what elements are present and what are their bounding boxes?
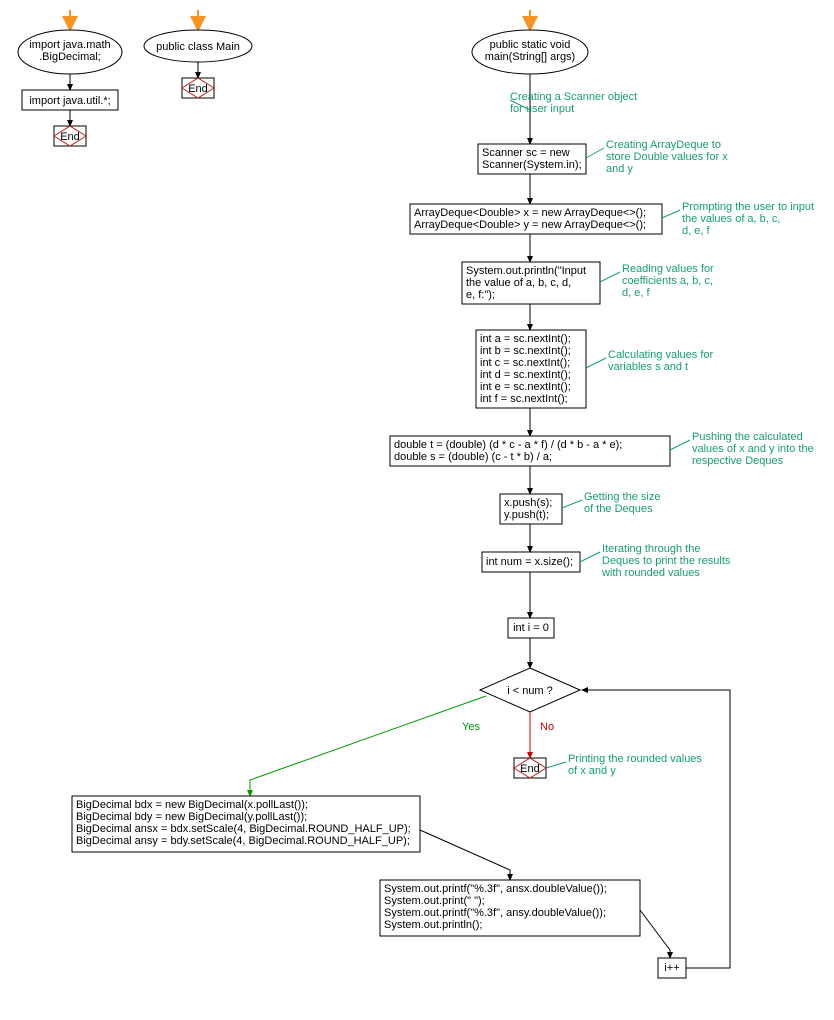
anno-arraydeque-l1: Creating ArrayDeque to bbox=[606, 139, 721, 151]
flowchart-canvas: import java.math .BigDecimal; import jav… bbox=[10, 10, 834, 1010]
push-l1: x.push(s); bbox=[504, 497, 552, 509]
annotation-line bbox=[600, 272, 620, 282]
annotation-line bbox=[546, 762, 566, 768]
printf-l1: System.out.printf("%.3f", ansx.doubleVal… bbox=[384, 883, 607, 895]
arraydeque-l1: ArrayDeque<Double> x = new ArrayDeque<>(… bbox=[414, 207, 646, 219]
flow-arrow bbox=[640, 910, 670, 958]
nextint-l3: int c = sc.nextInt(); bbox=[480, 357, 570, 369]
printf-l4: System.out.println(); bbox=[384, 919, 482, 931]
flow-arrow bbox=[420, 830, 510, 880]
anno-push-l2: values of x and y into the bbox=[692, 443, 814, 455]
println-l3: e, f:"); bbox=[466, 289, 495, 301]
anno-iter-l3: with rounded values bbox=[601, 567, 700, 579]
annotation-line bbox=[562, 500, 582, 508]
bigdecimal-l3: BigDecimal ansx = bdx.setScale(4, BigDec… bbox=[76, 823, 411, 835]
anno-iter-l1: Iterating through the bbox=[602, 543, 700, 555]
annotation-line bbox=[586, 358, 606, 368]
anno-prompt-l3: d, e, f bbox=[682, 225, 710, 237]
anno-prompt-l2: the values of a, b, c, bbox=[682, 213, 780, 225]
end-node: End bbox=[514, 758, 546, 778]
anno-calc-l2: variables s and t bbox=[608, 361, 688, 373]
main-method-l1: public static void bbox=[490, 39, 571, 51]
anno-print-l2: of x and y bbox=[568, 765, 616, 777]
class-main-text: public class Main bbox=[156, 41, 240, 53]
bigdecimal-l4: BigDecimal ansy = bdy.setScale(4, BigDec… bbox=[76, 835, 410, 847]
println-l2: the value of a, b, c, d, bbox=[466, 277, 571, 289]
scanner-l1: Scanner sc = new bbox=[482, 147, 570, 159]
arraydeque-l2: ArrayDeque<Double> y = new ArrayDeque<>(… bbox=[414, 219, 646, 231]
printf-l2: System.out.print(" "); bbox=[384, 895, 485, 907]
nextint-l1: int a = sc.nextInt(); bbox=[480, 333, 571, 345]
anno-arraydeque-l2: store Double values for x bbox=[606, 151, 728, 163]
end-text: End bbox=[188, 83, 208, 95]
anno-calc-l1: Calculating values for bbox=[608, 349, 714, 361]
annotation-line bbox=[662, 210, 680, 218]
nextint-l2: int b = sc.nextInt(); bbox=[480, 345, 571, 357]
anno-push-l1: Pushing the calculated bbox=[692, 431, 803, 443]
anno-reading-l1: Reading values for bbox=[622, 263, 714, 275]
import-bigdecimal-l1: import java.math bbox=[29, 39, 110, 51]
anno-print-l1: Printing the rounded values bbox=[568, 753, 702, 765]
nextint-l6: int f = sc.nextInt(); bbox=[480, 393, 568, 405]
scanner-l2: Scanner(System.in); bbox=[482, 159, 582, 171]
init-i-text: int i = 0 bbox=[513, 622, 549, 634]
anno-size-l2: of the Deques bbox=[584, 503, 653, 515]
main-method-l2: main(String[] args) bbox=[485, 51, 575, 63]
bigdecimal-l1: BigDecimal bdx = new BigDecimal(x.pollLa… bbox=[76, 799, 308, 811]
end-text: End bbox=[520, 763, 540, 775]
calc-l1: double t = (double) (d * c - a * f) / (d… bbox=[394, 439, 622, 451]
annotation-line bbox=[670, 440, 690, 450]
decision-text: i < num ? bbox=[507, 685, 553, 697]
nextint-l4: int d = sc.nextInt(); bbox=[480, 369, 571, 381]
bigdecimal-l2: BigDecimal bdy = new BigDecimal(y.pollLa… bbox=[76, 811, 307, 823]
println-l1: System.out.println("Input bbox=[466, 265, 586, 277]
anno-scanner-l1: Creating a Scanner object bbox=[510, 91, 637, 103]
anno-push-l3: respective Deques bbox=[692, 455, 784, 467]
end-text: End bbox=[60, 131, 80, 143]
size-text: int num = x.size(); bbox=[486, 556, 573, 568]
anno-arraydeque-l3: and y bbox=[606, 163, 633, 175]
import-util-text: import java.util.*; bbox=[29, 95, 110, 107]
anno-size-l1: Getting the size bbox=[584, 491, 660, 503]
end-node: End bbox=[54, 126, 86, 146]
anno-reading-l3: d, e, f bbox=[622, 287, 650, 299]
anno-scanner-l2: for user input bbox=[510, 103, 574, 115]
end-node: End bbox=[182, 78, 214, 98]
yes-label: Yes bbox=[462, 721, 480, 733]
yes-arrow bbox=[250, 696, 486, 796]
increment-text: i++ bbox=[664, 962, 679, 974]
printf-l3: System.out.printf("%.3f", ansy.doubleVal… bbox=[384, 907, 606, 919]
anno-iter-l2: Deques to print the results bbox=[602, 555, 731, 567]
anno-reading-l2: coefficients a, b, c, bbox=[622, 275, 713, 287]
nextint-l5: int e = sc.nextInt(); bbox=[480, 381, 571, 393]
calc-l2: double s = (double) (c - t * b) / a; bbox=[394, 451, 552, 463]
annotation-line bbox=[580, 552, 600, 562]
no-label: No bbox=[540, 721, 554, 733]
import-bigdecimal-l2: .BigDecimal; bbox=[39, 51, 101, 63]
anno-prompt-l1: Prompting the user to input bbox=[682, 201, 814, 213]
push-l2: y.push(t); bbox=[504, 509, 549, 521]
annotation-line bbox=[586, 148, 604, 158]
